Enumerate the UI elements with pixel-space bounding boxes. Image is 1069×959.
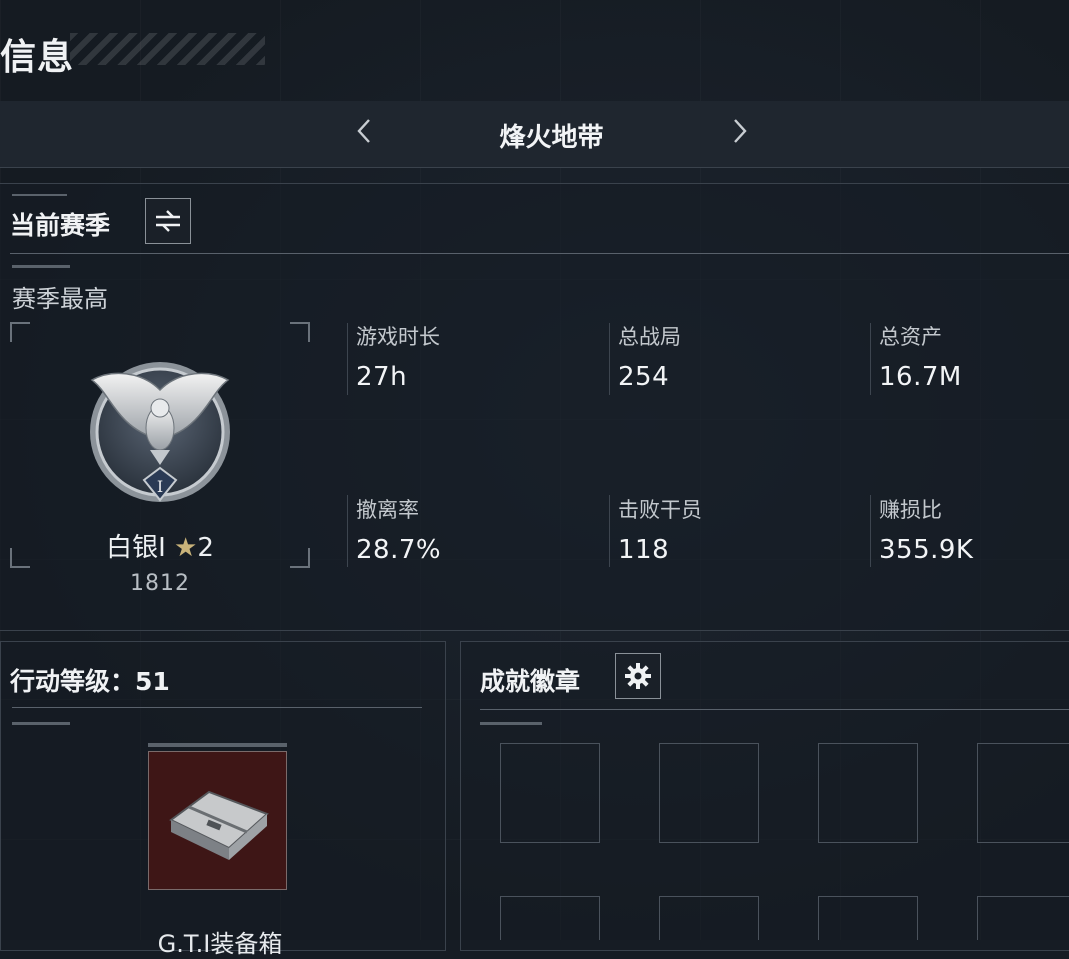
stat-label-extraction: 撤离率: [356, 498, 419, 522]
stat-value-profit-ratio: 355.9K: [879, 535, 974, 565]
frame-corner: [10, 322, 30, 342]
svg-text:I: I: [157, 477, 163, 496]
badge-slot[interactable]: [977, 743, 1069, 843]
rank-emblem-icon: I: [90, 362, 230, 502]
season-heading: 当前赛季: [10, 211, 111, 240]
action-level-heading: 行动等级：51: [10, 667, 170, 696]
settings-button[interactable]: [615, 653, 661, 699]
badge-slot[interactable]: [659, 743, 759, 843]
frame-corner: [290, 548, 310, 568]
decoration: [12, 265, 70, 268]
divider: [870, 495, 871, 567]
badge-slot[interactable]: [977, 896, 1069, 940]
equipment-case-icon: [169, 790, 269, 860]
frame-corner: [10, 548, 30, 568]
stat-label-playtime: 游戏时长: [356, 325, 440, 349]
swap-button[interactable]: [145, 198, 191, 244]
divider: [347, 323, 348, 395]
rank-score: 1812: [130, 571, 190, 596]
decoration: [148, 743, 287, 747]
stat-value-kills: 118: [618, 535, 670, 565]
mode-selector: 烽火地带: [0, 101, 1069, 168]
stat-label-kills: 击败干员: [618, 498, 702, 522]
achievements-heading: 成就徽章: [480, 667, 581, 696]
season-best-label: 赛季最高: [12, 285, 108, 313]
stat-value-matches: 254: [618, 362, 670, 392]
frame-corner: [290, 322, 310, 342]
divider: [12, 707, 422, 708]
stat-value-playtime: 27h: [356, 362, 408, 392]
stat-label-profit-ratio: 赚损比: [879, 498, 942, 522]
gear-icon: [625, 663, 651, 689]
badge-slot[interactable]: [500, 896, 600, 940]
stat-value-assets: 16.7M: [879, 362, 962, 392]
divider: [480, 709, 1069, 710]
swap-icon: [156, 210, 180, 232]
title-decoration: [70, 33, 265, 65]
divider: [347, 495, 348, 567]
mode-title: 烽火地带: [499, 123, 604, 153]
item-card[interactable]: [148, 751, 287, 890]
star-icon: ★: [174, 533, 198, 563]
decoration: [480, 722, 542, 725]
badge-slot[interactable]: [659, 896, 759, 940]
page-title: 信息: [0, 37, 75, 78]
decoration: [12, 194, 67, 196]
badge-slot[interactable]: [818, 743, 918, 843]
badge-slot[interactable]: [818, 896, 918, 940]
divider: [870, 323, 871, 395]
badge-slot[interactable]: [500, 743, 600, 843]
chevron-right-icon[interactable]: [730, 115, 750, 152]
item-name: G.T.I装备箱: [157, 930, 283, 958]
decoration: [12, 722, 70, 725]
rank-name: 白银I ★2: [106, 533, 214, 563]
stat-value-extraction: 28.7%: [356, 535, 442, 565]
divider: [10, 253, 1069, 254]
stat-label-assets: 总资产: [879, 325, 942, 349]
divider: [609, 495, 610, 567]
divider: [609, 323, 610, 395]
stat-label-matches: 总战局: [618, 325, 681, 349]
